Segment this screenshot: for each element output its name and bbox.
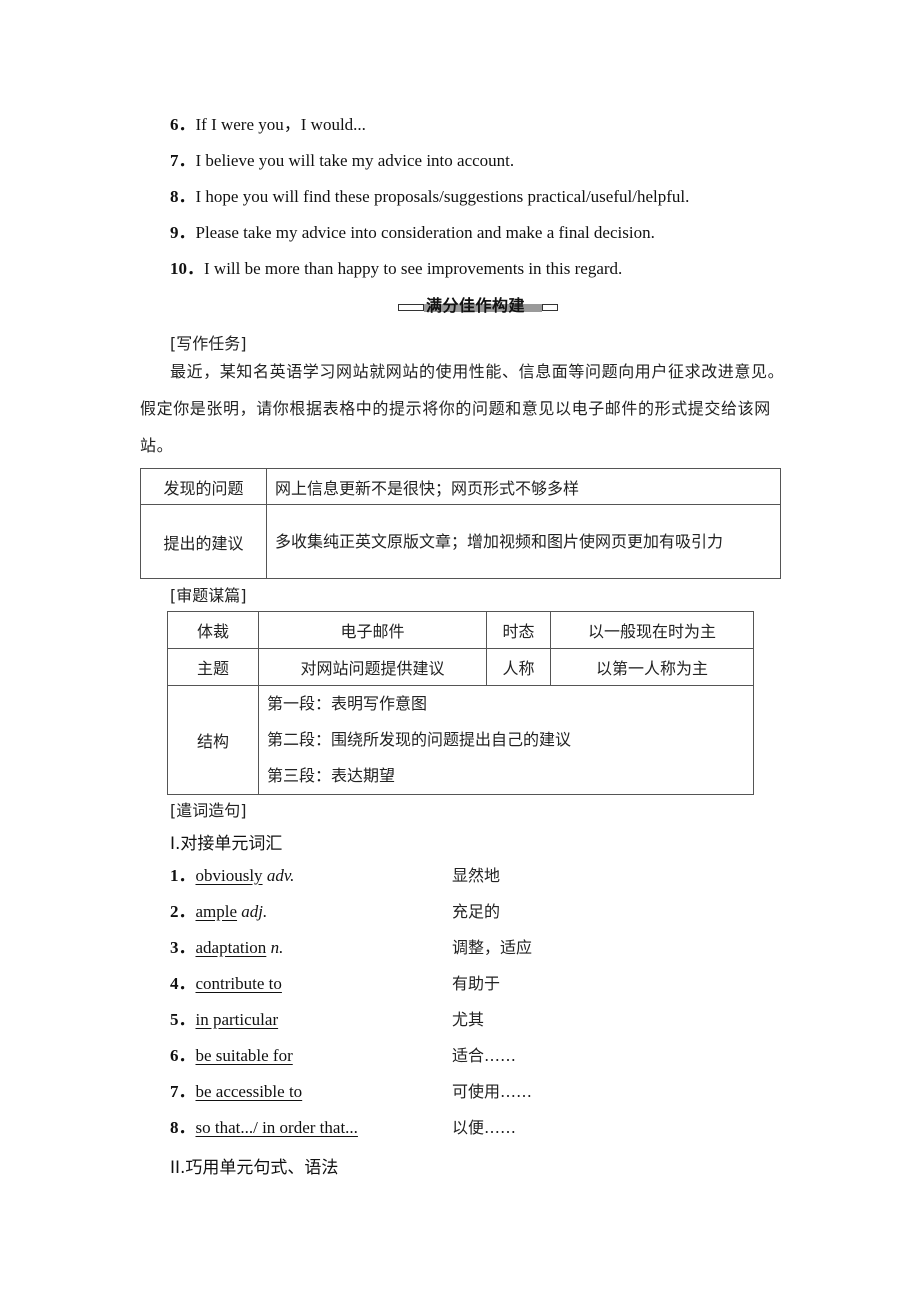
table-cell-value: 以第一人称为主 (550, 648, 754, 686)
structure-item: 第三段：表达期望 (267, 766, 396, 785)
table-cell-value: 对网站问题提供建议 (258, 648, 487, 686)
item-number: 7． (170, 151, 196, 170)
table-cell-key: 体裁 (167, 611, 259, 649)
table-row: 提出的建议 多收集纯正英文原版文章；增加视频和图片使网页更加有吸引力 (140, 504, 781, 579)
item-number: 6． (170, 115, 196, 134)
section-heading-text: 满分佳作构建 (426, 296, 526, 315)
table-row: 发现的问题 网上信息更新不是很快；网页形式不够多样 (140, 468, 781, 505)
table-cell-value: 电子邮件 (258, 611, 487, 649)
vocab-meaning: 有助于 (452, 974, 501, 993)
vocab-meaning: 充足的 (452, 902, 501, 921)
task-label: [写作任务] (170, 334, 247, 353)
vocab-meaning: 显然地 (452, 866, 501, 885)
sentence-text: I will be more than happy to see improve… (204, 259, 623, 278)
table-cell-value: 以一般现在时为主 (550, 611, 754, 649)
sentence-item: 8．I hope you will find these proposals/s… (170, 186, 689, 208)
table-cell-value: 多收集纯正英文原版文章；增加视频和图片使网页更加有吸引力 (266, 504, 781, 579)
item-number: 2． (170, 902, 196, 921)
vocab-term: so that.../ in order that... (195, 1118, 358, 1137)
task-table: 发现的问题 网上信息更新不是很快；网页形式不够多样 提出的建议 多收集纯正英文原… (140, 468, 781, 579)
task-paragraph: 最近，某知名英语学习网站就网站的使用性能、信息面等问题向用户征求改进意见。假定你… (140, 362, 785, 455)
vocab-meaning: 尤其 (452, 1010, 485, 1029)
item-number: 7． (170, 1082, 196, 1101)
sentence-item: 10．I will be more than happy to see impr… (170, 258, 622, 280)
section-heading: 满分佳作构建 (398, 292, 558, 318)
structure-cell: 第一段：表明写作意图 第二段：围绕所发现的问题提出自己的建议 第三段：表达期望 (258, 685, 754, 795)
part1-title: I.对接单元词汇 (170, 834, 283, 854)
analysis-label: [审题谋篇] (170, 586, 247, 605)
part-of-speech: n. (270, 938, 284, 957)
sentence-text: If I were you，I would... (195, 115, 366, 134)
table-cell-value: 网上信息更新不是很快；网页形式不够多样 (266, 468, 781, 505)
vocab-item: 1．obviously adv. (170, 865, 294, 887)
vocab-meaning: 调整，适应 (452, 938, 533, 957)
item-number: 10． (170, 259, 204, 278)
item-number: 1． (170, 866, 196, 885)
item-number: 3． (170, 938, 196, 957)
vocab-term: obviously (195, 866, 263, 885)
sentence-item: 7．I believe you will take my advice into… (170, 150, 514, 172)
analysis-table: 体裁 电子邮件 时态 以一般现在时为主 主题 对网站问题提供建议 人称 以第一人… (167, 611, 754, 795)
vocab-item: 7．be accessible to (170, 1081, 302, 1103)
vocab-item: 3．adaptation n. (170, 937, 283, 959)
item-number: 9． (170, 223, 196, 242)
table-cell-key: 时态 (486, 611, 551, 649)
sentence-item: 9．Please take my advice into considerati… (170, 222, 655, 244)
part-of-speech: adj. (241, 902, 268, 921)
heading-decoration-left (398, 304, 424, 311)
vocab-term: be suitable for (195, 1046, 293, 1065)
vocab-term: contribute to (195, 974, 282, 993)
vocab-meaning: 适合…… (452, 1046, 517, 1065)
item-number: 8． (170, 187, 196, 206)
part-of-speech: adv. (266, 866, 295, 885)
wording-label: [遣词造句] (170, 801, 247, 820)
sentence-text: Please take my advice into consideration… (195, 223, 655, 242)
item-number: 4． (170, 974, 196, 993)
table-cell-key: 主题 (167, 648, 259, 686)
vocab-term: in particular (195, 1010, 279, 1029)
vocab-item: 4．contribute to (170, 973, 282, 995)
vocab-item: 8．so that.../ in order that... (170, 1117, 358, 1139)
part2-title: II.巧用单元句式、语法 (170, 1158, 339, 1178)
table-cell-label: 提出的建议 (140, 504, 267, 579)
table-row: 主题 对网站问题提供建议 人称 以第一人称为主 (167, 648, 754, 686)
table-cell-key: 结构 (167, 685, 259, 795)
vocab-item: 2．ample adj. (170, 901, 267, 923)
vocab-item: 5．in particular (170, 1009, 278, 1031)
table-cell-label: 发现的问题 (140, 468, 267, 505)
table-cell-key: 人称 (486, 648, 551, 686)
sentence-text: I believe you will take my advice into a… (195, 151, 515, 170)
structure-item: 第二段：围绕所发现的问题提出自己的建议 (267, 730, 572, 749)
table-row: 结构 第一段：表明写作意图 第二段：围绕所发现的问题提出自己的建议 第三段：表达… (167, 685, 754, 795)
vocab-meaning: 可使用…… (452, 1082, 533, 1101)
table-row: 体裁 电子邮件 时态 以一般现在时为主 (167, 611, 754, 649)
vocab-term: be accessible to (195, 1082, 303, 1101)
vocab-item: 6．be suitable for (170, 1045, 293, 1067)
item-number: 8． (170, 1118, 196, 1137)
vocab-term: adaptation (195, 938, 267, 957)
structure-item: 第一段：表明写作意图 (267, 694, 428, 713)
vocab-meaning: 以便…… (452, 1118, 517, 1137)
heading-decoration-right (542, 304, 558, 311)
sentence-item: 6．If I were you，I would... (170, 114, 366, 136)
sentence-text: I hope you will find these proposals/sug… (195, 187, 690, 206)
item-number: 5． (170, 1010, 196, 1029)
vocab-term: ample (195, 902, 238, 921)
item-number: 6． (170, 1046, 196, 1065)
